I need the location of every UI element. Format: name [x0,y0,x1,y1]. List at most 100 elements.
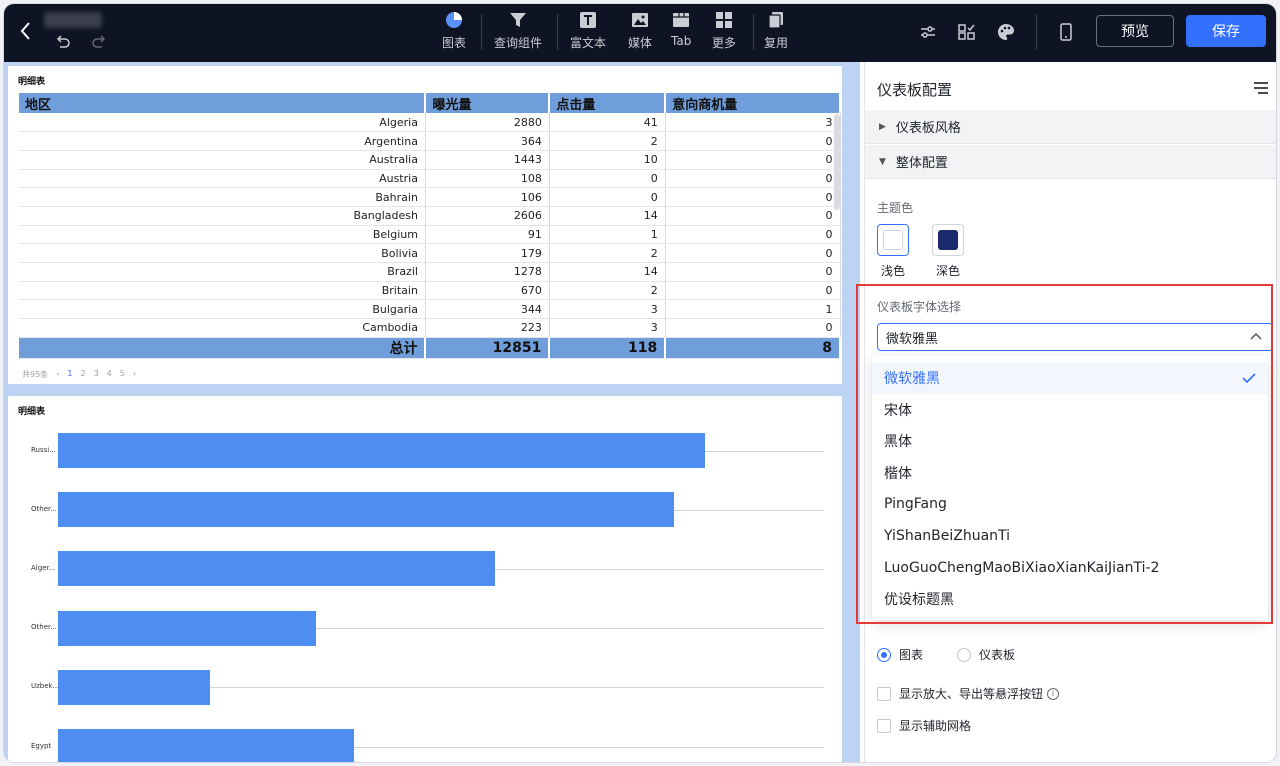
table-row[interactable]: Australia 1443 10 0 [19,150,841,170]
tool-richtext[interactable]: 富文本 [570,10,606,56]
section-dashboard-style[interactable]: ▶ 仪表板风格 [865,110,1276,144]
swatch-fill [883,230,903,250]
info-icon[interactable]: i [1047,687,1060,700]
bar-mark[interactable] [58,551,496,587]
prev-page-icon[interactable]: ‹ [56,369,59,380]
tool-chart[interactable]: 图表 [442,10,466,56]
table-row[interactable]: Bolivia 179 2 0 [19,243,841,263]
save-button[interactable]: 保存 [1186,15,1266,47]
checkbox-zoom[interactable] [877,686,891,701]
total-cell: 8 [665,337,841,359]
total-cell: 总计 [19,337,427,359]
section-label: 仪表板风格 [895,121,961,136]
table-cell: 364 [425,131,550,151]
page-number[interactable]: 3 [94,369,99,380]
table-row[interactable]: Bulgaria 344 3 1 [19,299,841,320]
table-cell: 2 [549,281,666,301]
bar-mark[interactable] [58,433,706,468]
table-scrollbar[interactable] [834,114,840,210]
checkbox-grid[interactable] [877,718,891,733]
table-row[interactable]: Belgium 91 1 0 [19,225,841,245]
bar-category-label: Other... [31,623,57,632]
bar-mark[interactable] [58,729,354,762]
dashboard-title-blurred[interactable] [44,12,102,28]
redo-icon[interactable] [90,34,108,52]
table-cell: Brazil [19,262,426,282]
next-page-icon[interactable]: › [133,369,136,380]
radio-dashboard[interactable] [957,647,972,662]
table-row[interactable]: Cambodia 223 3 0 [19,318,841,338]
radio-chart[interactable] [877,647,891,662]
table-row[interactable]: Brazil 1278 14 0 [19,262,841,282]
back-icon[interactable] [18,20,34,42]
table-row[interactable]: Bangladesh 2606 14 0 [19,206,841,226]
table-cell: 91 [425,225,550,245]
table-cell: 1443 [425,150,550,170]
tool-reuse[interactable]: 复用 [764,10,788,56]
preview-button[interactable]: 预览 [1096,15,1174,47]
table-pagination: 共95条 ‹ 1 2 3 4 5 › [22,369,136,380]
table-cell: Argentina [19,131,426,151]
pagination-total: 共95条 [22,370,49,379]
page-number[interactable]: 5 [120,369,125,380]
table-row[interactable]: Britain 670 2 0 [19,281,841,301]
table-row[interactable]: Bahrain 106 0 0 [19,187,841,207]
tool-tab[interactable]: Tab [671,10,691,56]
table-cell: 0 [665,187,841,207]
radio-group: 图表 仪表板 [877,646,1015,663]
grid-icon [716,12,732,28]
mobile-icon[interactable] [1056,22,1076,42]
table-card[interactable]: 明细表 地区 曝光量 点击量 意向商机量 Algeria 2880 41 3 Argen… [8,66,842,384]
bar-mark[interactable] [58,669,211,705]
section-overall-config[interactable]: ▼ 整体配置 [865,145,1276,179]
table-cell: 0 [549,187,666,207]
toolbar-divider [481,14,482,50]
column-header[interactable]: 曝光量 [425,93,551,113]
tool-query[interactable]: 查询组件 [494,10,542,56]
table-cell: Bulgaria [19,299,426,320]
bar-card-title: 明细表 [18,407,46,417]
table-row[interactable]: Argentina 364 2 0 [19,131,841,151]
tool-media[interactable]: 媒体 [628,10,652,56]
bar-mark[interactable] [58,492,674,528]
table-row[interactable]: Austria 108 0 0 [19,169,841,189]
table-cell: Austria [19,169,426,189]
page-number[interactable]: 4 [107,369,112,380]
theme-light-label: 浅色 [881,264,906,278]
page-number[interactable]: 1 [67,369,72,380]
table-cell: 0 [665,262,841,282]
table-cell: 0 [665,206,841,226]
table-cell: 0 [665,318,841,338]
table-cell: 1 [549,225,666,245]
layout-icon[interactable] [957,22,977,42]
undo-icon[interactable] [54,34,72,52]
table-cell: 0 [665,243,841,263]
table-row[interactable]: Algeria 2880 41 3 [19,113,841,133]
swatch-fill [938,230,958,250]
bar-category-label: Egypt [31,741,52,750]
table-cell: Algeria [19,113,426,133]
column-header[interactable]: 意向商机量 [665,93,841,113]
caret-right-icon: ▶ [879,121,886,132]
column-header[interactable]: 地区 [19,93,427,113]
table-cell: 179 [425,243,550,263]
palette-icon[interactable] [996,22,1016,42]
table-cell: 1278 [425,262,550,282]
image-icon [632,13,648,27]
table-cell: 2606 [425,206,550,226]
text-icon [580,12,596,28]
panel-title: 仪表板配置 [877,81,953,99]
tool-chart-label: 图表 [442,36,467,50]
bar-mark[interactable] [58,610,317,646]
checkbox-row-grid: 显示辅助网格 [877,717,971,734]
column-header[interactable]: 点击量 [549,93,667,113]
theme-light-swatch[interactable] [877,224,909,256]
bar-chart-card[interactable]: 明细表 Russi... Other... Alger... Other... Uzbe… [8,396,842,762]
menu-icon[interactable] [1253,81,1269,95]
theme-dark-swatch[interactable] [932,224,964,256]
table-cell: 0 [665,169,841,189]
tool-more[interactable]: 更多 [712,10,736,56]
total-cell: 12851 [425,337,551,359]
page-number[interactable]: 2 [80,369,85,380]
settings-sliders-icon[interactable] [918,22,938,42]
